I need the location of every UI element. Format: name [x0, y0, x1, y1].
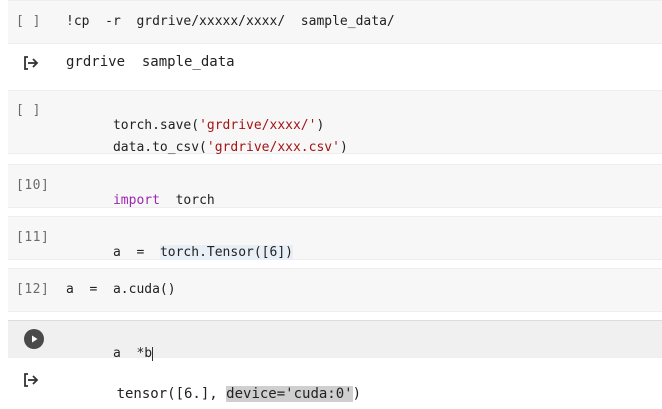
code-cell-import[interactable]: [10] import torch — [8, 164, 662, 208]
cell-prompt: [12] — [16, 282, 50, 297]
code-token: torch — [159, 193, 215, 208]
code-token: data.to_csv( — [112, 140, 207, 155]
output-text: grdrive sample_data — [66, 54, 235, 70]
code-cell-tensor[interactable]: [11] a = torch.Tensor([6]) — [8, 216, 662, 260]
code-keyword: import — [112, 193, 160, 208]
text-cursor-icon — [152, 346, 154, 361]
cell-prompt: [11] — [16, 230, 50, 245]
output-redirect-icon — [24, 56, 39, 70]
cell-code-line[interactable]: !cp -r grdrive/xxxxx/xxxx/ sample_data/ — [66, 14, 395, 29]
output-redirect-icon — [24, 373, 39, 387]
code-token: a *b — [112, 346, 153, 361]
cell-output-tensor: tensor([6.], device='cuda:0') — [8, 362, 662, 402]
cell-prompt: [10] — [16, 178, 50, 193]
cell-prompt: [ ] — [16, 103, 41, 118]
code-cell-active[interactable]: a *b — [8, 320, 662, 361]
code-token: a = — [112, 245, 160, 260]
notebook-page: [ ] !cp -r grdrive/xxxxx/xxxx/ sample_da… — [0, 0, 662, 409]
code-highlight: torch.Tensor([6]) — [159, 245, 293, 260]
code-token: ) — [339, 140, 348, 155]
cell-prompt: [ ] — [16, 14, 41, 29]
code-cell-save[interactable]: [ ] torch.save('grdrive/xxxx/') data.to_… — [8, 90, 662, 155]
run-cell-button[interactable] — [16, 321, 52, 357]
output-token: tensor([6.], — [116, 386, 227, 402]
code-cell-cp[interactable]: [ ] !cp -r grdrive/xxxxx/xxxx/ sample_da… — [8, 0, 662, 44]
output-selected-text[interactable]: device='cuda:0' — [226, 386, 353, 402]
output-token: ) — [352, 386, 362, 402]
code-string: 'grdrive/xxx.csv' — [206, 140, 340, 155]
code-cell-cuda[interactable]: [12] a = a.cuda() — [8, 268, 662, 312]
play-icon — [24, 329, 44, 349]
cell-code-line[interactable]: a = a.cuda() — [66, 282, 176, 297]
cell-output-ls: grdrive sample_data — [8, 48, 662, 78]
output-text: tensor([6.], device='cuda:0') — [66, 370, 361, 409]
